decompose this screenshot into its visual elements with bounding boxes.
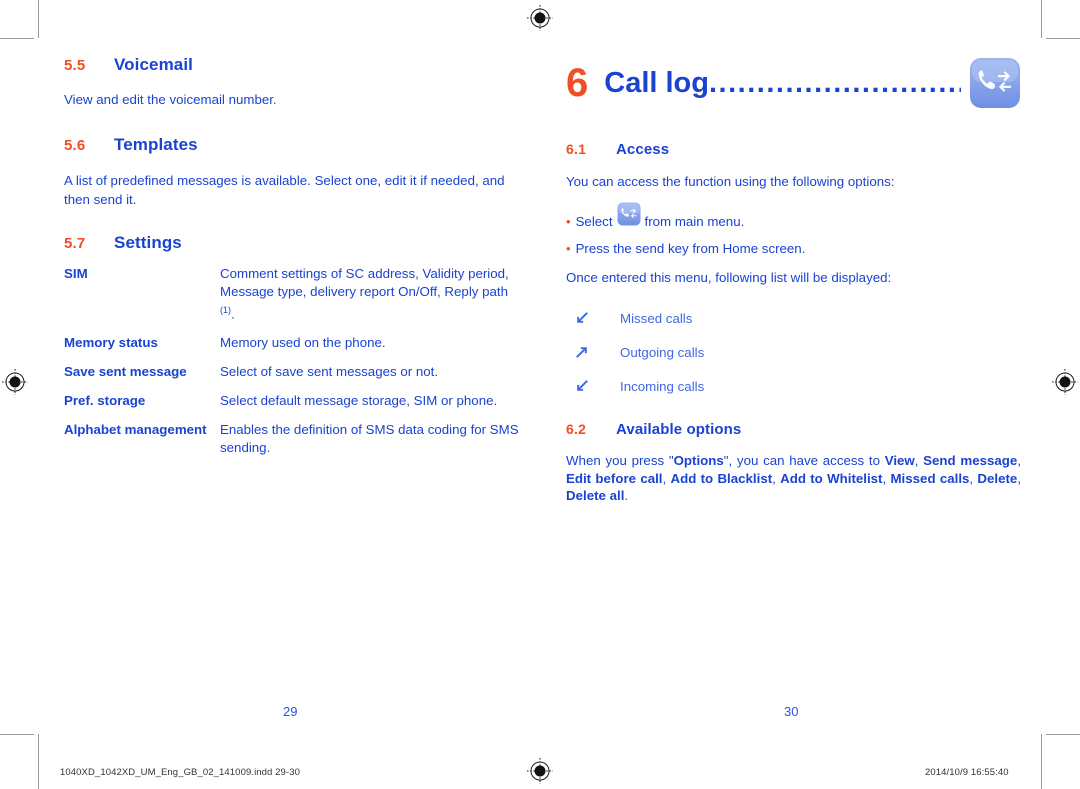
section-number: 5.6 <box>64 137 86 154</box>
section-number: 5.7 <box>64 235 86 252</box>
section-number: 5.5 <box>64 57 86 74</box>
paragraph-text: , <box>1017 470 1022 486</box>
access-outro: Once entered this menu, following list w… <box>566 270 892 285</box>
call-log-item-label: Missed calls <box>620 310 693 326</box>
table-row: Alphabet management Enables the definiti… <box>64 421 519 468</box>
call-log-item-label: Outgoing calls <box>620 344 705 360</box>
page-number-left: 29 <box>283 704 298 719</box>
list-item: Outgoing calls <box>566 335 1021 369</box>
call-log-icon <box>616 202 641 231</box>
registration-mark-bottom <box>527 758 553 784</box>
crop-mark-bottom-left-horizontal <box>0 734 34 735</box>
option-name: Add to Blacklist <box>670 470 773 486</box>
section-title: Templates <box>114 135 198 154</box>
available-options-paragraph: When you press "Options", you can have a… <box>566 452 1021 505</box>
crop-mark-bottom-right-horizontal <box>1046 734 1080 735</box>
setting-term: SIM <box>64 266 88 281</box>
option-name: Missed calls <box>890 470 970 486</box>
paragraph-text: When you press " <box>566 453 674 468</box>
table-row: Save sent message Select of save sent me… <box>64 363 519 392</box>
option-name: Delete <box>977 470 1018 486</box>
section-number: 6.2 <box>566 421 587 437</box>
arrow-down-left-icon <box>566 310 620 326</box>
bullet-prefix: Select <box>575 214 613 229</box>
crop-mark-top-right-vertical <box>1041 0 1042 38</box>
section-number: 6.1 <box>566 141 587 157</box>
section-title: Access <box>616 141 670 158</box>
list-item: • Press the send key from Home screen. <box>566 239 1021 258</box>
paragraph-text: ", you can have access to <box>723 453 885 468</box>
templates-description: A list of predefined messages is availab… <box>64 173 505 207</box>
chapter-title: Call log <box>604 66 709 99</box>
section-title: Available options <box>616 421 742 438</box>
option-name: Delete all <box>566 488 625 503</box>
page-number-right: 30 <box>784 704 799 719</box>
option-name: Send message <box>923 453 1018 468</box>
paragraph-text: . <box>624 488 629 503</box>
option-name: Options <box>673 453 724 468</box>
setting-description: Select default message storage, SIM or p… <box>220 393 498 409</box>
registration-mark-right <box>1052 369 1078 395</box>
setting-description-text: Comment settings of SC address, Validity… <box>220 266 509 299</box>
bullet-text: Press the send key from Home screen. <box>575 241 806 256</box>
chapter-banner: 6 Call log .............................… <box>566 55 1021 111</box>
section-heading-templates: 5.6 Templates <box>64 135 519 155</box>
table-row: SIM Comment settings of SC address, Vali… <box>64 265 519 334</box>
chapter-leader-dots: ........................................… <box>708 68 961 98</box>
setting-description: Select of save sent messages or not. <box>220 364 439 380</box>
crop-mark-bottom-right-vertical <box>1041 734 1042 789</box>
registration-mark-top <box>527 5 553 31</box>
table-row: Pref. storage Select default message sto… <box>64 392 519 421</box>
setting-term: Pref. storage <box>64 393 146 409</box>
section-heading-access: 6.1 Access <box>566 141 1021 158</box>
setting-term: Memory status <box>64 335 158 351</box>
setting-description: Comment settings of SC address, Validity… <box>220 265 519 334</box>
section-heading-available-options: 6.2 Available options <box>566 421 1021 438</box>
section-heading-voicemail: 5.5 Voicemail <box>64 55 519 75</box>
bullet-icon: • <box>566 214 571 229</box>
list-item: Missed calls <box>566 301 1021 335</box>
access-intro: You can access the function using the fo… <box>566 174 895 189</box>
section-heading-settings: 5.7 Settings <box>64 233 519 253</box>
setting-term: Alphabet management <box>64 422 207 438</box>
option-name: Edit before call <box>566 470 663 486</box>
option-name: View <box>884 453 915 468</box>
section-title: Voicemail <box>114 55 194 74</box>
crop-mark-top-right-horizontal <box>1046 38 1080 39</box>
option-name: Add to Whitelist <box>780 470 883 486</box>
arrow-down-left-icon <box>566 378 620 394</box>
section-title: Settings <box>114 233 182 252</box>
table-row: Memory status Memory used on the phone. <box>64 334 519 363</box>
document-page: 5.5 Voicemail View and edit the voicemai… <box>0 0 1080 789</box>
voicemail-description: View and edit the voicemail number. <box>64 92 277 107</box>
crop-mark-bottom-left-vertical <box>38 734 39 789</box>
right-page-column: 6 Call log .............................… <box>566 55 1021 505</box>
setting-description-tail: . <box>231 306 235 322</box>
arrow-up-right-icon <box>566 344 620 360</box>
crop-mark-top-left-vertical <box>38 0 39 38</box>
paragraph-text: , <box>914 453 924 468</box>
setting-description: Enables the definition of SMS data codin… <box>220 422 519 456</box>
paragraph-text: , <box>1017 453 1022 468</box>
footnote-marker: (1) <box>220 305 231 315</box>
call-log-icon <box>969 57 1021 109</box>
list-item: • Select from main menu. <box>566 202 1021 231</box>
list-item: Incoming calls <box>566 369 1021 403</box>
left-page-column: 5.5 Voicemail View and edit the voicemai… <box>64 55 519 468</box>
footer-filename: 1040XD_1042XD_UM_Eng_GB_02_141009.indd 2… <box>60 767 300 778</box>
crop-mark-top-left-horizontal <box>0 38 34 39</box>
chapter-number: 6 <box>566 61 589 105</box>
setting-description: Memory used on the phone. <box>220 335 386 351</box>
paragraph-text: , <box>772 470 781 486</box>
call-log-item-label: Incoming calls <box>620 378 705 394</box>
call-log-list: Missed calls Outgoing calls Incoming cal… <box>566 301 1021 403</box>
bullet-icon: • <box>566 241 571 256</box>
settings-table: SIM Comment settings of SC address, Vali… <box>64 265 519 468</box>
registration-mark-left <box>2 369 28 395</box>
bullet-suffix: from main menu. <box>644 214 745 229</box>
footer-timestamp: 2014/10/9 16:55:40 <box>925 767 1009 778</box>
setting-term: Save sent message <box>64 364 187 380</box>
